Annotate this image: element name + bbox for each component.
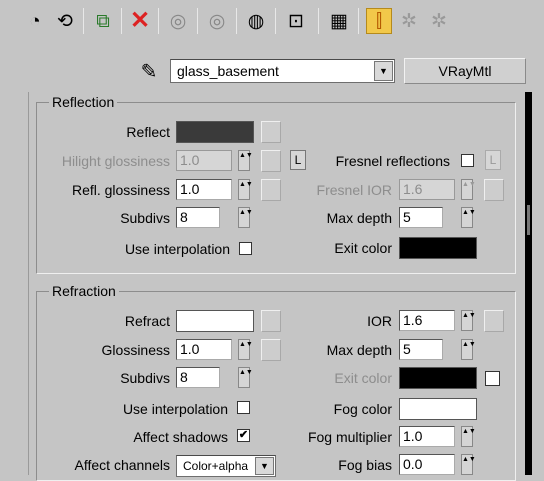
toolbar-separator: [275, 8, 276, 34]
fog-color-swatch[interactable]: [399, 398, 477, 420]
reflection-subdivs-spinner[interactable]: ▲▼: [238, 207, 253, 228]
fog-bias-label: Fog bias: [338, 457, 392, 473]
ior-spinner[interactable]: ▲▼: [461, 310, 476, 331]
refraction-use-interpolation-label: Use interpolation: [122, 401, 228, 417]
put-material-icon[interactable]: ⟲: [52, 8, 78, 34]
get-material-icon[interactable]: ◔: [22, 8, 48, 34]
ior-map-button[interactable]: [484, 310, 504, 332]
reflection-use-interpolation-checkbox[interactable]: [239, 242, 252, 255]
show-end-result-icon[interactable]: ⫿: [366, 8, 392, 34]
reflect-label: Reflect: [126, 124, 170, 140]
toolbar-separator: [236, 8, 237, 34]
affect-channels-label: Affect channels: [74, 457, 170, 473]
refraction-subdivs-label: Subdivs: [120, 370, 170, 386]
fresnel-ior-lock-button[interactable]: L: [485, 150, 501, 170]
fresnel-reflections-checkbox[interactable]: [461, 154, 474, 167]
affect-shadows-label: Affect shadows: [133, 429, 228, 445]
fresnel-reflections-label: Fresnel reflections: [335, 153, 450, 169]
refraction-use-interpolation-checkbox[interactable]: [237, 401, 250, 414]
go-to-parent-icon[interactable]: ✲: [396, 8, 422, 34]
hilight-glossiness-map-button[interactable]: [261, 150, 281, 172]
refraction-glossiness-input[interactable]: 1.0: [176, 339, 232, 360]
refraction-max-depth-input[interactable]: 5: [399, 339, 443, 360]
fresnel-ior-label: Fresnel IOR: [316, 182, 392, 198]
affect-channels-value: Color+alpha: [183, 459, 249, 473]
refraction-title: Refraction: [49, 283, 119, 299]
reflection-use-interpolation-label: Use interpolation: [124, 241, 230, 257]
fresnel-ior-spinner[interactable]: ▲▼: [461, 179, 476, 200]
make-copy-icon[interactable]: ◎: [165, 8, 191, 34]
refraction-exit-color-checkbox[interactable]: [485, 371, 500, 386]
refraction-max-depth-label: Max depth: [326, 342, 392, 358]
refl-glossiness-input[interactable]: 1.0: [176, 179, 232, 200]
reflection-subdivs-label: Subdivs: [120, 210, 170, 226]
scrollbar[interactable]: [525, 92, 532, 475]
reflect-map-button[interactable]: [261, 121, 281, 143]
fog-multiplier-input[interactable]: 1.0: [399, 426, 455, 447]
go-forward-icon[interactable]: ✲: [426, 8, 452, 34]
material-type-label: VRayMtl: [438, 63, 492, 79]
refraction-glossiness-map-button[interactable]: [261, 339, 281, 361]
toolbar-separator: [197, 8, 198, 34]
hilight-glossiness-label: Hilight glossiness: [61, 153, 170, 169]
eyedropper-icon[interactable]: ✎: [137, 60, 161, 84]
chevron-down-icon[interactable]: ▼: [255, 457, 274, 475]
make-unique-icon[interactable]: ◎: [204, 8, 230, 34]
toolbar-separator: [158, 8, 159, 34]
refraction-glossiness-spinner[interactable]: ▲▼: [238, 339, 253, 360]
refraction-subdivs-input[interactable]: 8: [176, 367, 220, 388]
reflection-max-depth-label: Max depth: [326, 210, 392, 226]
toolbar-separator: [83, 8, 84, 34]
refraction-subdivs-spinner[interactable]: ▲▼: [238, 367, 253, 388]
ior-input[interactable]: 1.6: [399, 310, 455, 331]
toolbar-separator: [318, 8, 319, 34]
ior-label: IOR: [367, 313, 392, 329]
reflection-max-depth-spinner[interactable]: ▲▼: [461, 207, 476, 228]
scrollbar-thumb[interactable]: [527, 205, 530, 235]
fog-color-label: Fog color: [333, 401, 392, 417]
reflect-color-swatch[interactable]: [176, 121, 254, 143]
reflection-subdivs-input[interactable]: 8: [176, 207, 220, 228]
hilight-glossiness-input[interactable]: 1.0: [176, 150, 232, 171]
reflection-max-depth-input[interactable]: 5: [399, 207, 443, 228]
refract-map-button[interactable]: [261, 310, 281, 332]
material-name: glass_basement: [177, 63, 279, 79]
refraction-max-depth-spinner[interactable]: ▲▼: [461, 339, 476, 360]
refraction-glossiness-label: Glossiness: [101, 342, 170, 358]
fresnel-ior-map-button[interactable]: [484, 179, 504, 201]
refract-color-swatch[interactable]: [176, 310, 254, 332]
reflection-title: Reflection: [49, 94, 118, 110]
toolbar-separator: [121, 8, 122, 34]
refract-label: Refract: [124, 313, 170, 329]
fog-multiplier-spinner[interactable]: ▲▼: [461, 426, 476, 447]
put-to-library-icon[interactable]: ◍: [243, 8, 269, 34]
material-type-button[interactable]: VRayMtl: [404, 58, 526, 84]
fog-bias-input[interactable]: 0.0: [399, 454, 455, 475]
material-editor-toolbar: ◔ ⟲ ⧉ ✕ ◎ ◎ ◍ ⊡ ▦ ⫿ ✲ ✲: [0, 0, 544, 44]
affect-channels-select[interactable]: Color+alpha ▼: [176, 455, 276, 477]
fog-multiplier-label: Fog multiplier: [307, 429, 392, 445]
toolbar-separator: [358, 8, 359, 34]
chevron-down-icon[interactable]: ▼: [374, 61, 393, 81]
hilight-glossiness-spinner[interactable]: ▲▼: [238, 150, 253, 171]
refraction-exit-color-label: Exit color: [334, 370, 392, 386]
reflection-exit-color-label: Exit color: [334, 240, 392, 256]
fresnel-ior-input[interactable]: 1.6: [399, 179, 455, 200]
refl-glossiness-label: Refl. glossiness: [71, 182, 170, 198]
refl-glossiness-map-button[interactable]: [261, 179, 281, 201]
fog-bias-spinner[interactable]: ▲▼: [461, 454, 476, 475]
assign-material-icon[interactable]: ⧉: [90, 8, 116, 34]
affect-shadows-checkbox[interactable]: ✔: [237, 429, 250, 442]
material-id-icon[interactable]: ⊡: [283, 8, 309, 34]
refraction-exit-color-swatch[interactable]: [399, 367, 477, 389]
refl-glossiness-spinner[interactable]: ▲▼: [238, 179, 253, 200]
material-name-combo[interactable]: glass_basement ▼: [170, 59, 395, 83]
show-map-icon[interactable]: ▦: [326, 8, 352, 34]
reflection-exit-color-swatch[interactable]: [399, 237, 477, 259]
reset-map-icon[interactable]: ✕: [127, 8, 153, 34]
